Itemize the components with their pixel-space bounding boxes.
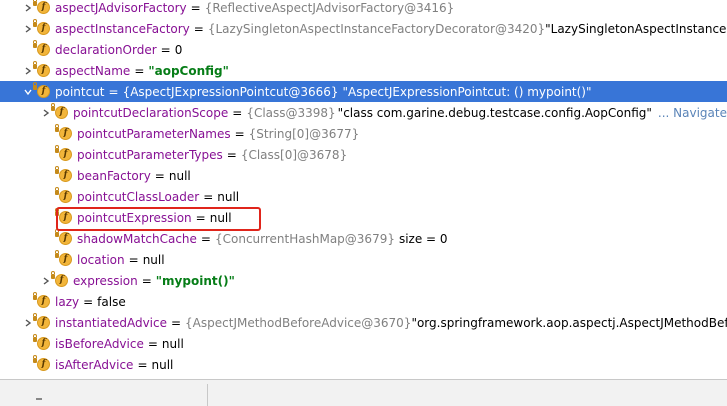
field-value: "class com.garine.debug.testcase.config.…: [337, 105, 652, 120]
highlight-annotation: [56, 207, 261, 231]
field-icon: f: [55, 124, 73, 141]
field-type: {Class@3398}: [246, 105, 336, 120]
field-type: {AspectJMethodBeforeAdvice@3670}: [185, 315, 412, 330]
field-value: null: [142, 252, 165, 267]
tree-row[interactable]: f aspectName = "aopConfig": [0, 60, 727, 81]
field-name: instantiatedAdvice: [55, 315, 167, 330]
field-name: isBeforeAdvice: [55, 336, 144, 351]
field-icon: f: [33, 313, 51, 330]
tree-row[interactable]: f isBeforeAdvice = null: [0, 333, 727, 354]
field-icon: f: [33, 355, 51, 372]
field-icon: f: [55, 229, 73, 246]
field-value: "mypoint()": [155, 273, 235, 288]
field-icon: f: [33, 40, 51, 57]
tree-row[interactable]: f pointcutDeclarationScope = {Class@3398…: [0, 102, 727, 123]
field-value: "org.springframework.aop.aspectj.AspectJ…: [411, 315, 727, 330]
variables-tree: f aspectJAdvisorFactory = {ReflectiveAsp…: [0, 0, 727, 379]
field-name: expression: [73, 273, 138, 288]
field-name: aspectJAdvisorFactory: [55, 0, 187, 15]
field-type: {ReflectiveAspectJAdvisorFactory@3416}: [204, 0, 455, 15]
field-name: pointcutDeclarationScope: [73, 105, 229, 120]
field-name: shadowMatchCache: [77, 231, 197, 246]
panel-divider[interactable]: [207, 384, 208, 406]
field-icon: f: [55, 187, 73, 204]
field-type: {String[0]@3677}: [248, 126, 360, 141]
field-icon: f: [51, 103, 69, 120]
field-value: null: [151, 357, 174, 372]
tree-row[interactable]: f lazy = false: [0, 291, 727, 312]
tree-row[interactable]: f aspectInstanceFactory = {LazySingleton…: [0, 18, 727, 39]
field-value: false: [97, 294, 126, 309]
field-name: pointcutClassLoader: [77, 189, 200, 204]
tree-row[interactable]: f aspectJAdvisorFactory = {ReflectiveAsp…: [0, 0, 727, 18]
field-type: {Class[0]@3678}: [240, 147, 348, 162]
field-icon: f: [33, 0, 51, 15]
tree-row-selected[interactable]: f pointcut = {AspectJExpressionPointcut@…: [0, 81, 727, 102]
field-name: isAfterAdvice: [55, 357, 134, 372]
field-name: declarationOrder: [55, 42, 157, 57]
collapse-icon: [36, 398, 42, 400]
field-icon: f: [55, 145, 73, 162]
navigate-link[interactable]: ... Navigate: [658, 106, 727, 120]
tree-row[interactable]: f pointcutParameterTypes = {Class[0]@367…: [0, 144, 727, 165]
field-name: aspectInstanceFactory: [55, 21, 190, 36]
field-type: {AspectJExpressionPointcut@3666}: [122, 84, 339, 99]
field-icon: f: [33, 334, 51, 351]
field-value: "LazySingletonAspectInstanceFactor: [545, 21, 727, 36]
tree-row[interactable]: f expression = "mypoint()": [0, 270, 727, 291]
field-name: location: [77, 252, 125, 267]
field-name: beanFactory: [77, 168, 151, 183]
field-icon: f: [33, 292, 51, 309]
field-value: null: [217, 189, 240, 204]
tree-row[interactable]: f beanFactory = null: [0, 165, 727, 186]
field-name: lazy: [55, 294, 80, 309]
tree-row[interactable]: f location = null: [0, 249, 727, 270]
field-icon: f: [33, 61, 51, 78]
field-value: null: [161, 336, 184, 351]
field-type: {ConcurrentHashMap@3679}: [214, 231, 395, 246]
field-name: aspectName: [55, 63, 131, 78]
tree-row[interactable]: f pointcutParameterNames = {String[0]@36…: [0, 123, 727, 144]
bottom-panel: [0, 379, 727, 406]
field-name: pointcut: [55, 84, 105, 99]
field-value: "aopConfig": [148, 63, 229, 78]
tree-row[interactable]: f isAfterAdvice = null: [0, 354, 727, 375]
field-value: size = 0: [398, 231, 448, 246]
field-icon: f: [33, 19, 51, 36]
field-icon: f: [55, 166, 73, 183]
field-type: {LazySingletonAspectInstanceFactoryDecor…: [207, 21, 546, 36]
field-value: "AspectJExpressionPointcut: () mypoint()…: [342, 84, 592, 99]
field-icon: f: [55, 250, 73, 267]
tree-row[interactable]: f declarationOrder = 0: [0, 39, 727, 60]
tree-row[interactable]: f shadowMatchCache = {ConcurrentHashMap@…: [0, 228, 727, 249]
field-name: pointcutParameterNames: [77, 126, 231, 141]
tree-row[interactable]: f pointcutClassLoader = null: [0, 186, 727, 207]
field-icon: f: [33, 82, 51, 99]
field-value: 0: [174, 42, 183, 57]
tree-row[interactable]: f instantiatedAdvice = {AspectJMethodBef…: [0, 312, 727, 333]
field-icon: f: [51, 271, 69, 288]
field-name: pointcutParameterTypes: [77, 147, 223, 162]
field-value: null: [168, 168, 191, 183]
